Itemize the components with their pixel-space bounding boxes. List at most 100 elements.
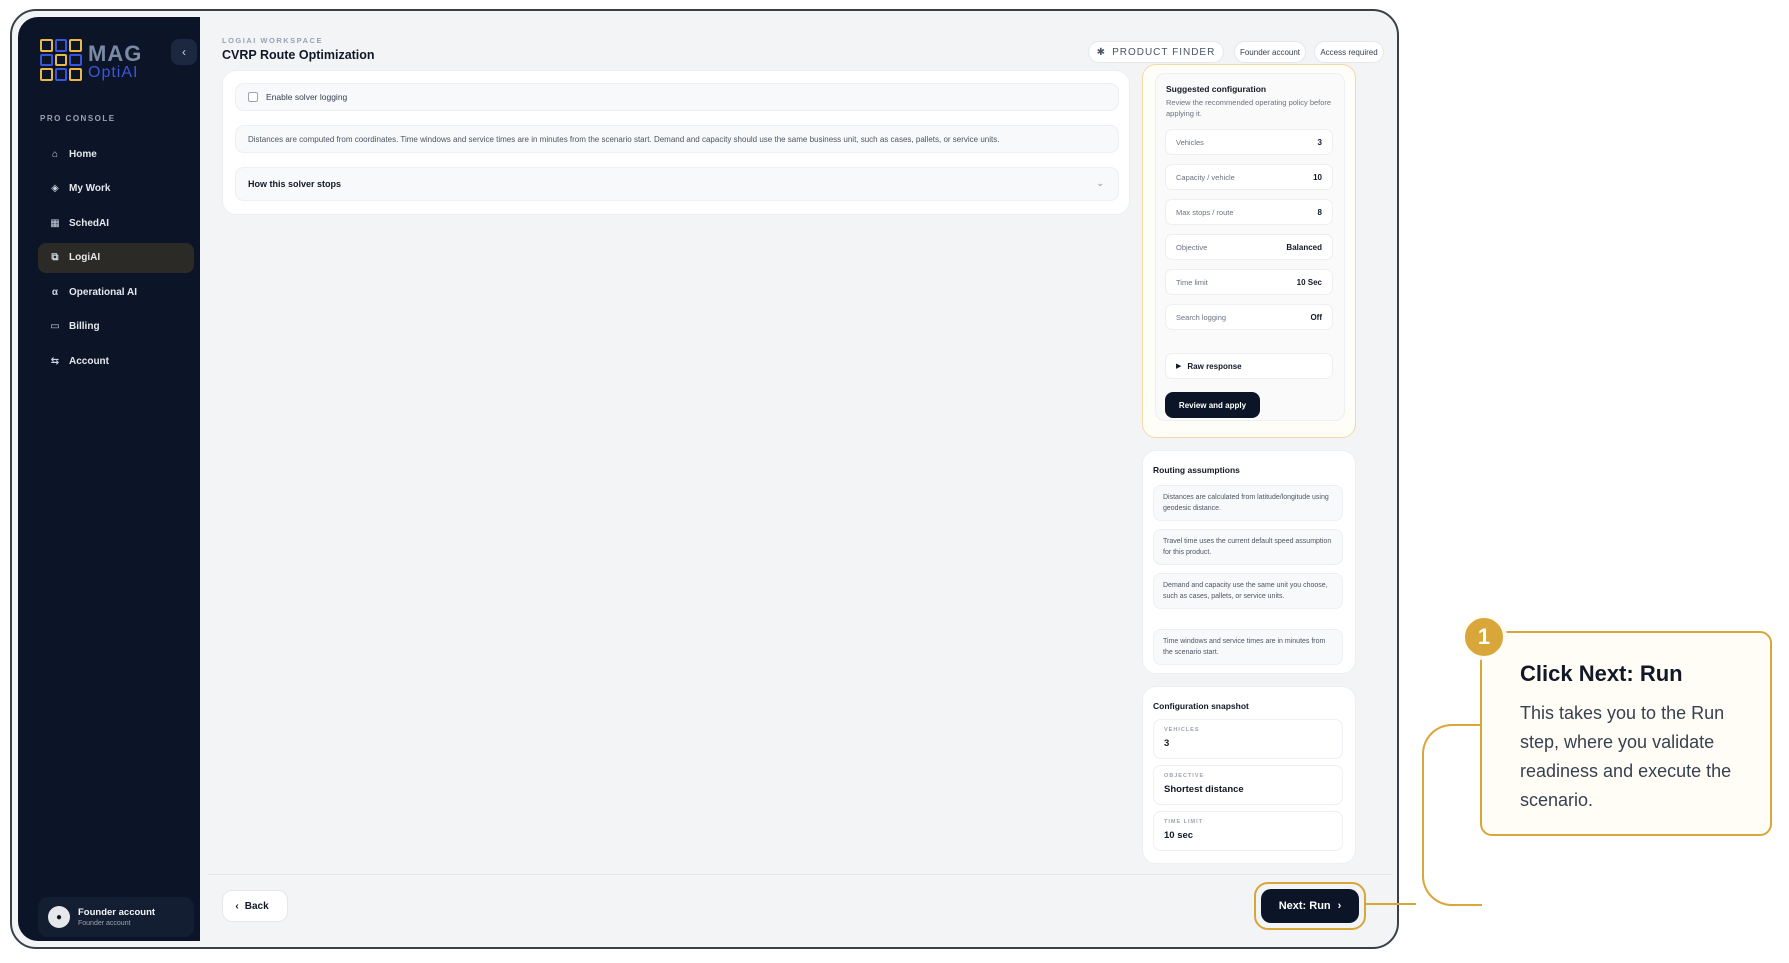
chevron-down-icon: ⌄: [1096, 178, 1104, 188]
callout-title: Click Next: Run: [1520, 661, 1683, 686]
sidebar-item-label: Home: [69, 148, 97, 160]
layers-icon: ◈: [51, 183, 59, 194]
sparkle-icon: ✱: [1096, 46, 1107, 58]
snapshot-value: 3: [1164, 738, 1170, 749]
back-label: Back: [244, 900, 269, 912]
chevron-left-icon: ‹: [235, 900, 239, 912]
page-title: CVRP Route Optimization: [222, 48, 375, 62]
sidebar-nav: ⌂ Home ◈ My Work ▦ SchedAI ⧉ LogiAI α Op…: [38, 139, 194, 381]
sidebar: MAG OptiAI ‹ PRO CONSOLE ⌂ Home ◈ My Wor…: [18, 17, 200, 941]
routing-note: Demand and capacity use the same unit yo…: [1153, 573, 1343, 609]
solver-stops-label: How this solver stops: [248, 179, 342, 189]
routing-title: Routing assumptions: [1153, 465, 1240, 475]
caret-right-icon: ▶: [1176, 363, 1182, 370]
user-subtitle: Founder account: [78, 920, 131, 927]
sidebar-item-logiai[interactable]: ⧉ LogiAI: [38, 242, 194, 273]
chevron-right-icon: ›: [1337, 900, 1342, 912]
snapshot-label: OBJECTIVE: [1164, 773, 1205, 779]
sidebar-item-label: SchedAI: [69, 217, 110, 229]
callout-connector-curve: [1422, 724, 1482, 906]
config-value: 10 Sec: [1296, 277, 1322, 287]
sidebar-item-label: Operational AI: [69, 286, 137, 298]
alpha-icon: α: [51, 286, 59, 298]
breadcrumb: LOGIAI WORKSPACE: [222, 36, 323, 45]
units-note: Distances are computed from coordinates.…: [235, 125, 1119, 153]
configuration-snapshot-panel: Configuration snapshot VEHICLES 3 OBJECT…: [1142, 686, 1356, 864]
snapshot-label: VEHICLES: [1164, 727, 1200, 733]
config-key: Objective: [1176, 242, 1208, 252]
sidebar-item-label: Billing: [69, 321, 100, 332]
next-label: Next: Run: [1278, 900, 1331, 912]
solver-logging-checkbox[interactable]: [248, 92, 258, 102]
config-value: Off: [1310, 312, 1322, 322]
snapshot-value: 10 sec: [1164, 830, 1194, 841]
config-key: Time limit: [1176, 277, 1208, 287]
config-row-capacity: Capacity / vehicle 10: [1165, 164, 1333, 190]
footer-divider: [208, 874, 1392, 875]
brand-logo: MAG OptiAI: [40, 39, 150, 87]
back-button[interactable]: ‹ Back: [222, 890, 288, 922]
config-key: Capacity / vehicle: [1176, 172, 1235, 182]
suggested-description: Review the recommended operating policy …: [1166, 98, 1332, 118]
config-value: 10: [1313, 172, 1322, 182]
snapshot-title: Configuration snapshot: [1153, 701, 1249, 711]
sidebar-item-label: Account: [69, 355, 109, 367]
sidebar-item-billing[interactable]: ▭ Billing: [38, 312, 194, 342]
config-value: 8: [1317, 207, 1322, 217]
solver-logging-label: Enable solver logging: [266, 92, 348, 102]
solver-stops-accordion[interactable]: How this solver stops ⌄: [235, 167, 1119, 201]
routing-note: Travel time uses the current default spe…: [1153, 529, 1343, 565]
config-row-vehicles: Vehicles 3: [1165, 129, 1333, 155]
suggested-title: Suggested configuration: [1166, 84, 1267, 94]
user-account-card[interactable]: ● Founder account Founder account: [38, 897, 194, 937]
config-key: Max stops / route: [1176, 207, 1234, 217]
config-row-search-logging: Search logging Off: [1165, 304, 1333, 330]
config-key: Vehicles: [1176, 137, 1204, 147]
sidebar-item-schedai[interactable]: ▦ SchedAI: [38, 208, 194, 238]
collapse-sidebar-button[interactable]: ‹: [171, 39, 197, 65]
snapshot-objective: OBJECTIVE Shortest distance: [1153, 765, 1343, 805]
credit-card-icon: ▭: [50, 321, 60, 332]
routing-note: Time windows and service times are in mi…: [1153, 629, 1343, 665]
solver-settings-card: Enable solver logging Distances are comp…: [222, 70, 1130, 215]
calendar-icon: ▦: [50, 217, 60, 229]
product-finder-label: PRODUCT FINDER: [1112, 46, 1216, 58]
raw-response-toggle[interactable]: ▶ Raw response: [1165, 353, 1333, 379]
avatar: ●: [48, 906, 70, 928]
sidebar-item-label: LogiAI: [69, 252, 101, 263]
snapshot-vehicles: VEHICLES 3: [1153, 719, 1343, 759]
sidebar-item-home[interactable]: ⌂ Home: [38, 139, 194, 169]
user-name: Founder account: [78, 907, 156, 918]
snapshot-label: TIME LIMIT: [1164, 819, 1204, 825]
home-icon: ⌂: [51, 148, 59, 160]
sidebar-item-my-work[interactable]: ◈ My Work: [38, 174, 194, 204]
config-row-max-stops: Max stops / route 8: [1165, 199, 1333, 225]
solver-logging-row[interactable]: Enable solver logging: [235, 83, 1119, 111]
review-and-apply-button[interactable]: Review and apply: [1165, 392, 1260, 418]
brand-name-bottom: OptiAI: [88, 64, 139, 81]
next-run-button[interactable]: Next: Run ›: [1261, 889, 1359, 923]
config-key: Search logging: [1176, 312, 1227, 322]
routing-assumptions-panel: Routing assumptions Distances are calcul…: [1142, 450, 1356, 674]
routing-note: Distances are calculated from latitude/l…: [1153, 485, 1343, 521]
product-finder-button[interactable]: ✱ PRODUCT FINDER: [1088, 41, 1224, 63]
tutorial-callout: Click Next: Run This takes you to the Ru…: [1480, 631, 1772, 836]
sidebar-item-operational-ai[interactable]: α Operational AI: [38, 277, 194, 307]
snapshot-value: Shortest distance: [1164, 784, 1244, 795]
route-icon: ⧉: [51, 252, 59, 263]
access-badge[interactable]: Access required: [1314, 41, 1384, 63]
raw-response-label: Raw response: [1187, 361, 1242, 371]
logo-mark-icon: [40, 39, 82, 81]
config-row-time-limit: Time limit 10 Sec: [1165, 269, 1333, 295]
user-icon: ●: [55, 911, 63, 923]
suggested-configuration-card: Suggested configuration Review the recom…: [1155, 73, 1345, 421]
snapshot-time-limit: TIME LIMIT 10 sec: [1153, 811, 1343, 851]
callout-step-badge: 1: [1461, 614, 1507, 660]
account-badge[interactable]: Founder account: [1234, 41, 1306, 63]
sidebar-item-account[interactable]: ⇆ Account: [38, 346, 194, 376]
chevron-left-icon: ‹: [182, 45, 186, 59]
suggested-configuration-panel: Suggested configuration Review the recom…: [1142, 64, 1356, 438]
config-row-objective: Objective Balanced: [1165, 234, 1333, 260]
config-value: Balanced: [1286, 242, 1322, 252]
sidebar-item-label: My Work: [69, 183, 111, 194]
